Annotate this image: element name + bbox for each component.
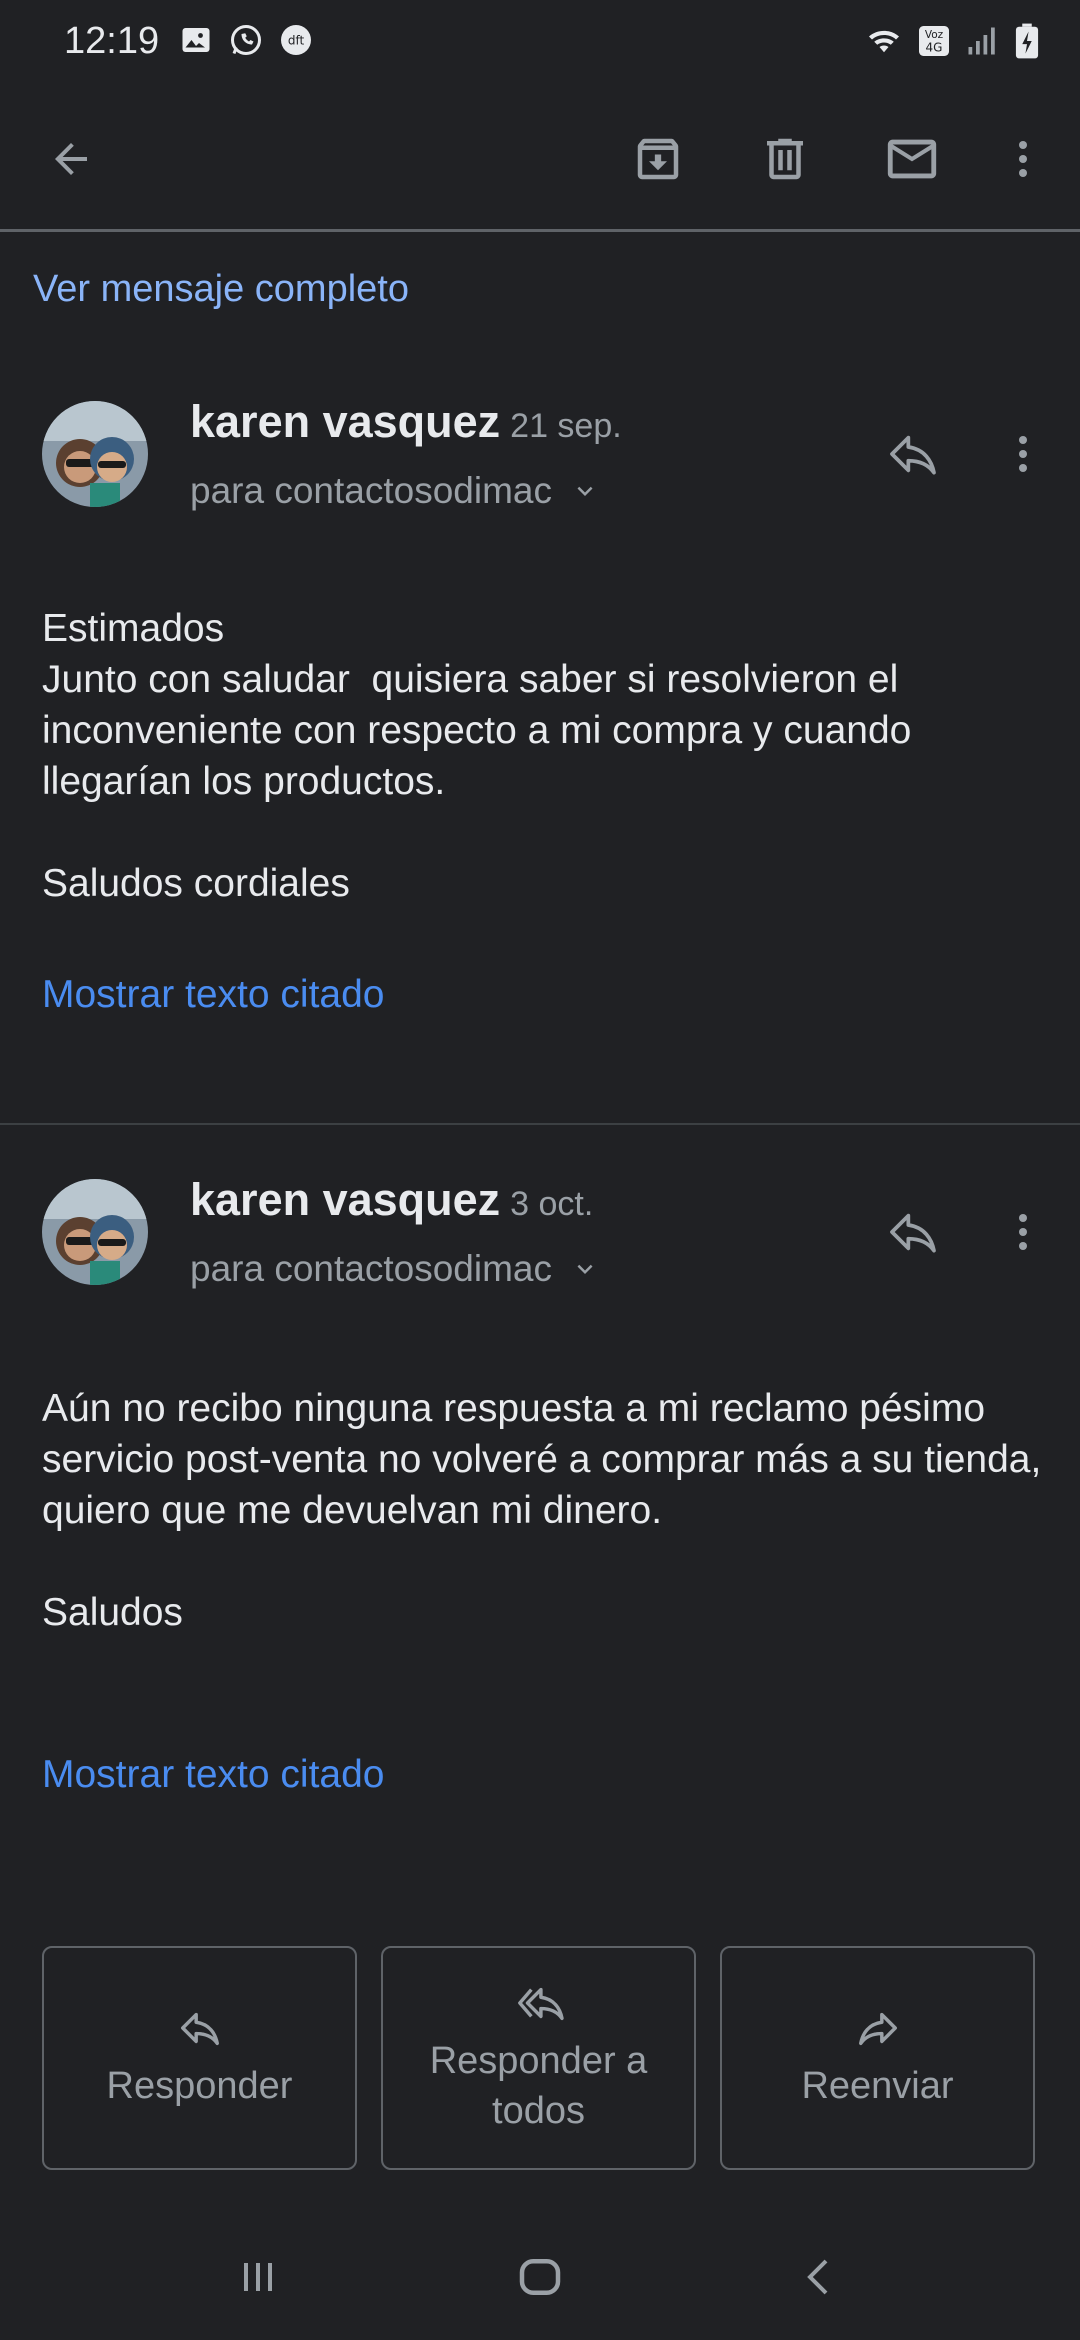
chevron-down-icon	[577, 1264, 593, 1274]
message-date: 3 oct.	[510, 1185, 594, 1223]
notification-icons: dft	[178, 22, 314, 58]
forward-action-button[interactable]: Reenviar	[720, 1946, 1035, 2170]
archive-button[interactable]	[623, 124, 693, 194]
avatar[interactable]	[42, 1179, 148, 1285]
dft-icon: dft	[278, 22, 314, 58]
image-icon	[178, 22, 214, 58]
system-nav-bar	[0, 2214, 1080, 2340]
body-line: Junto con saludar quisiera saber si reso…	[42, 658, 923, 803]
message-more-button[interactable]	[988, 419, 1058, 489]
app-bar	[0, 84, 1080, 232]
sender-name: karen vasquez 21 sep.	[190, 396, 622, 448]
sender-name-text: karen vasquez	[190, 1174, 501, 1225]
delete-icon	[767, 138, 803, 180]
delete-button[interactable]	[750, 124, 820, 194]
reply-label: Responder	[106, 2065, 293, 2107]
back-button[interactable]	[36, 124, 106, 194]
body-line: Aún no recibo ninguna respuesta a mi rec…	[42, 1387, 1053, 1532]
message-body: Aún no recibo ninguna respuesta a mi rec…	[42, 1383, 1042, 1638]
mark-unread-button[interactable]	[877, 124, 947, 194]
signal-icon	[964, 23, 1000, 59]
back-arrow-icon	[55, 143, 87, 175]
status-time: 12:19	[64, 20, 160, 62]
whatsapp-icon	[228, 22, 264, 58]
status-bar: 12:19 dft Voz 4G	[0, 0, 1080, 84]
recents-button[interactable]	[218, 2242, 298, 2312]
more-vert-icon	[1019, 141, 1027, 177]
more-options-button[interactable]	[988, 124, 1058, 194]
reply-button[interactable]	[878, 419, 948, 489]
reply-icon	[890, 1213, 936, 1253]
recipient-text: para contactosodimac	[190, 1248, 552, 1289]
system-back-button[interactable]	[780, 2242, 860, 2312]
reply-all-label-line2: todos	[492, 2090, 585, 2132]
reply-action-button[interactable]: Responder	[42, 1946, 357, 2170]
show-quoted-text-link[interactable]: Mostrar texto citado	[42, 1753, 384, 1797]
avatar[interactable]	[42, 401, 148, 507]
system-icons: Voz 4G	[864, 22, 1042, 60]
svg-text:dft: dft	[288, 34, 305, 48]
sender-name-text: karen vasquez	[190, 396, 501, 447]
recipient-details-toggle[interactable]: para contactosodimac	[190, 470, 600, 512]
reply-all-action-button[interactable]: Responder a todos	[381, 1946, 696, 2170]
reply-all-label-line1: Responder a	[429, 2040, 648, 2082]
message-divider	[0, 1123, 1080, 1125]
svg-text:Voz: Voz	[925, 29, 944, 41]
recipient-text: para contactosodimac	[190, 470, 552, 511]
home-icon	[519, 2259, 561, 2295]
more-vert-icon	[1019, 436, 1027, 472]
recents-icon	[244, 2263, 272, 2291]
battery-charging-icon	[1012, 22, 1042, 60]
reply-icon	[890, 435, 936, 475]
more-vert-icon	[1019, 1214, 1027, 1250]
home-button[interactable]	[500, 2242, 580, 2312]
view-full-message-link[interactable]: Ver mensaje completo	[33, 268, 409, 311]
reply-button[interactable]	[878, 1197, 948, 1267]
wifi-icon	[864, 23, 904, 59]
body-line: Saludos cordiales	[42, 862, 350, 905]
message-more-button[interactable]	[988, 1197, 1058, 1267]
sender-name: karen vasquez 3 oct.	[190, 1174, 593, 1226]
body-line: Saludos	[42, 1591, 183, 1634]
reply-icon	[180, 2012, 219, 2046]
recipient-details-toggle[interactable]: para contactosodimac	[190, 1248, 600, 1290]
body-line: Estimados	[42, 607, 225, 650]
mark-unread-icon	[887, 139, 937, 179]
svg-text:4G: 4G	[926, 41, 943, 55]
body-line	[42, 1536, 1042, 1587]
forward-icon	[858, 2012, 897, 2046]
back-icon	[807, 2259, 828, 2295]
body-line	[42, 807, 1042, 858]
reply-all-icon	[517, 1987, 564, 2021]
archive-icon	[637, 138, 679, 180]
message-body: Estimados Junto con saludar quisiera sab…	[42, 603, 1042, 909]
volte-4g-icon: Voz 4G	[916, 23, 952, 59]
chevron-down-icon	[577, 486, 593, 496]
forward-label: Reenviar	[801, 2065, 954, 2107]
message-date: 21 sep.	[510, 407, 622, 445]
show-quoted-text-link[interactable]: Mostrar texto citado	[42, 973, 384, 1017]
